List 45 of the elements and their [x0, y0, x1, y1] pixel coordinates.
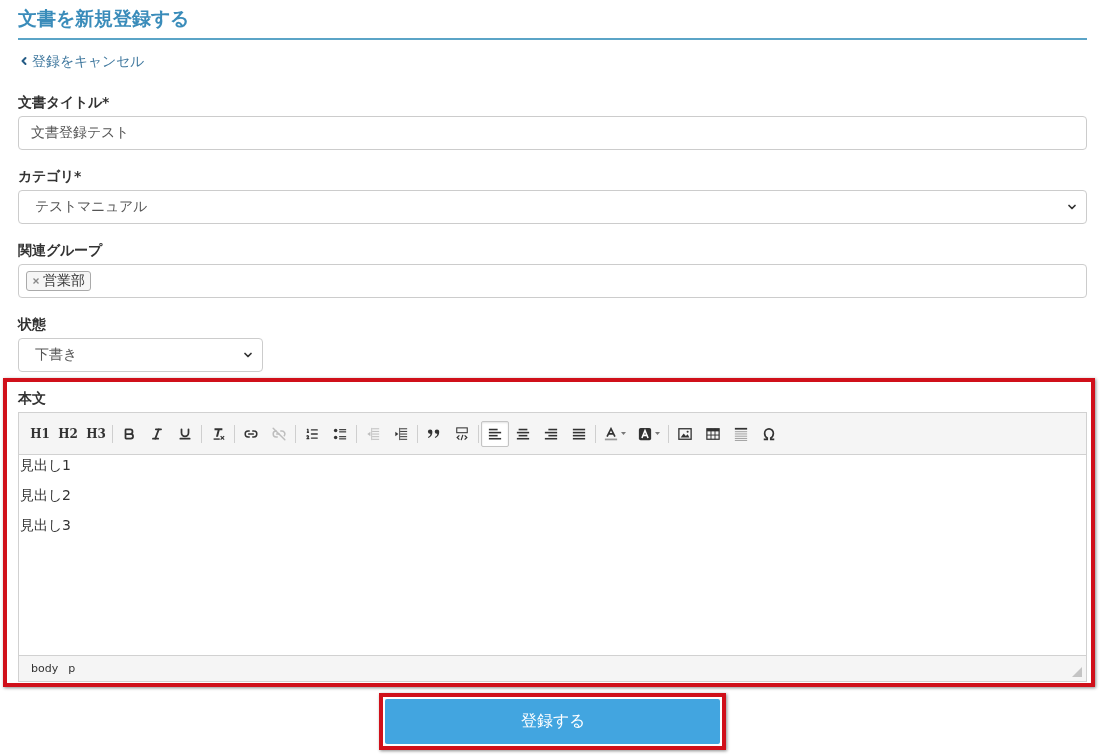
align-right-icon	[544, 426, 558, 441]
bold-icon	[122, 426, 136, 441]
unlink-icon	[272, 426, 286, 441]
select-field[interactable]: テストマニュアル	[18, 190, 1087, 224]
bullet-list-icon	[333, 426, 347, 441]
align-center-icon	[516, 426, 530, 441]
italic-icon	[150, 426, 164, 441]
heading-button[interactable]: H1	[26, 420, 54, 447]
cancel-link[interactable]: 登録をキャンセル	[18, 51, 144, 71]
caret-icon	[621, 432, 626, 435]
editor-paragraph: 見出し3	[20, 516, 71, 535]
select-field[interactable]: 下書き	[18, 338, 263, 372]
field-label: カテゴリ*	[18, 167, 82, 186]
editor-paragraph: 見出し1	[20, 456, 71, 475]
tag-chip[interactable]: 営業部	[26, 271, 91, 291]
heading-button[interactable]: H2	[54, 420, 82, 447]
tag-field[interactable]: 営業部	[18, 264, 1087, 298]
text-field[interactable]: 文書登録テスト	[18, 116, 1087, 150]
highlight-icon	[638, 426, 652, 441]
indent-icon	[394, 426, 408, 441]
font-color-icon	[604, 426, 618, 441]
heading-button[interactable]: H3	[82, 420, 110, 447]
table-icon	[706, 426, 720, 441]
justify-icon	[572, 426, 586, 441]
element-path-link[interactable]: body	[31, 661, 59, 676]
field-label: 状態	[18, 315, 46, 334]
field-label: 本文	[18, 389, 46, 408]
clear-format-icon	[211, 426, 225, 441]
page-title: 文書を新規登録する	[18, 0, 1087, 40]
field-label: 文書タイトル*	[18, 93, 110, 112]
caret-icon	[655, 432, 660, 435]
align-left-button[interactable]	[481, 420, 509, 447]
element-path-link[interactable]: p	[68, 661, 76, 676]
underline-icon	[178, 426, 192, 441]
editor-paragraph: 見出し2	[20, 486, 71, 505]
horizontal-rule-icon	[734, 426, 748, 441]
omega-icon	[762, 426, 776, 441]
code-block-icon	[455, 426, 469, 441]
outdent-icon	[366, 426, 380, 441]
remove-icon[interactable]	[33, 278, 39, 284]
image-icon	[678, 426, 692, 441]
numbered-list-icon	[305, 426, 319, 441]
align-left-icon	[488, 426, 502, 441]
resize-grip-icon[interactable]	[1072, 667, 1082, 677]
field-label: 関連グループ	[18, 241, 102, 260]
